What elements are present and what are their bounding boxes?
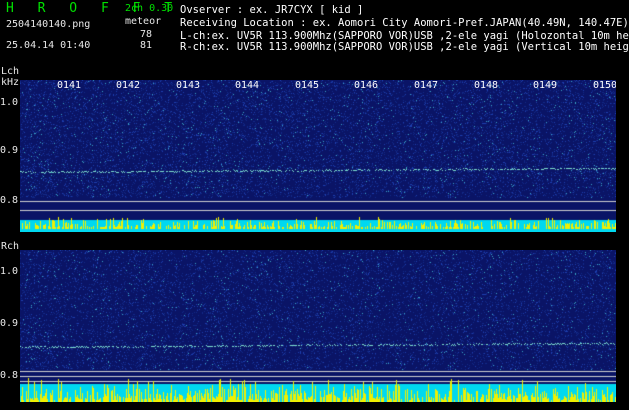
rch-ytick-0-8: 0.8	[0, 370, 19, 381]
datetime: 25.04.14 01:40	[6, 40, 91, 51]
time-label-0149: 0149	[533, 80, 558, 91]
time-label-0143: 0143	[176, 80, 201, 91]
lch-ytick-0-9: 0.9	[0, 145, 19, 156]
time-label-0141: 0141	[57, 80, 82, 91]
lch-spectrogram-canvas	[20, 80, 616, 232]
lch-ytick-0-8: 0.8	[0, 195, 19, 206]
lch-spectrogram: 0141 0142 0143 0144 0145 0146 0147 0148 …	[20, 80, 616, 232]
rch-spectrogram-canvas	[20, 250, 616, 402]
rch-channel-label: Rch	[1, 241, 20, 252]
rch-ytick-0-9: 0.9	[0, 318, 19, 329]
meteor-count-rch: 81	[140, 40, 153, 51]
meteor-count-label: meteor	[125, 16, 162, 27]
meteor-count-lch: 78	[140, 29, 153, 40]
rch-receiver-info: R-ch:ex. UV5R 113.900Mhz(SAPPORO VOR)USB…	[180, 41, 629, 53]
time-label-0148: 0148	[474, 80, 499, 91]
version-label: 2ch 0.30	[125, 3, 174, 14]
location-info: Receiving Location : ex. Aomori City Aom…	[180, 17, 629, 29]
time-label-0142: 0142	[116, 80, 141, 91]
time-label-0147: 0147	[414, 80, 439, 91]
lch-channel-label: Lch	[1, 66, 20, 77]
time-label-0150: 0150	[593, 80, 616, 91]
observer-info: Ovserver : ex. JR7CYX [ kid ]	[180, 4, 364, 16]
rch-spectrogram	[20, 250, 616, 402]
file-name: 2504140140.png	[6, 19, 91, 30]
frequency-unit-label: kHz	[1, 77, 20, 88]
lch-ytick-1-0: 1.0	[0, 97, 19, 108]
time-label-0144: 0144	[235, 80, 260, 91]
rch-ytick-1-0: 1.0	[0, 266, 19, 277]
time-label-0146: 0146	[354, 80, 379, 91]
time-label-0145: 0145	[295, 80, 320, 91]
